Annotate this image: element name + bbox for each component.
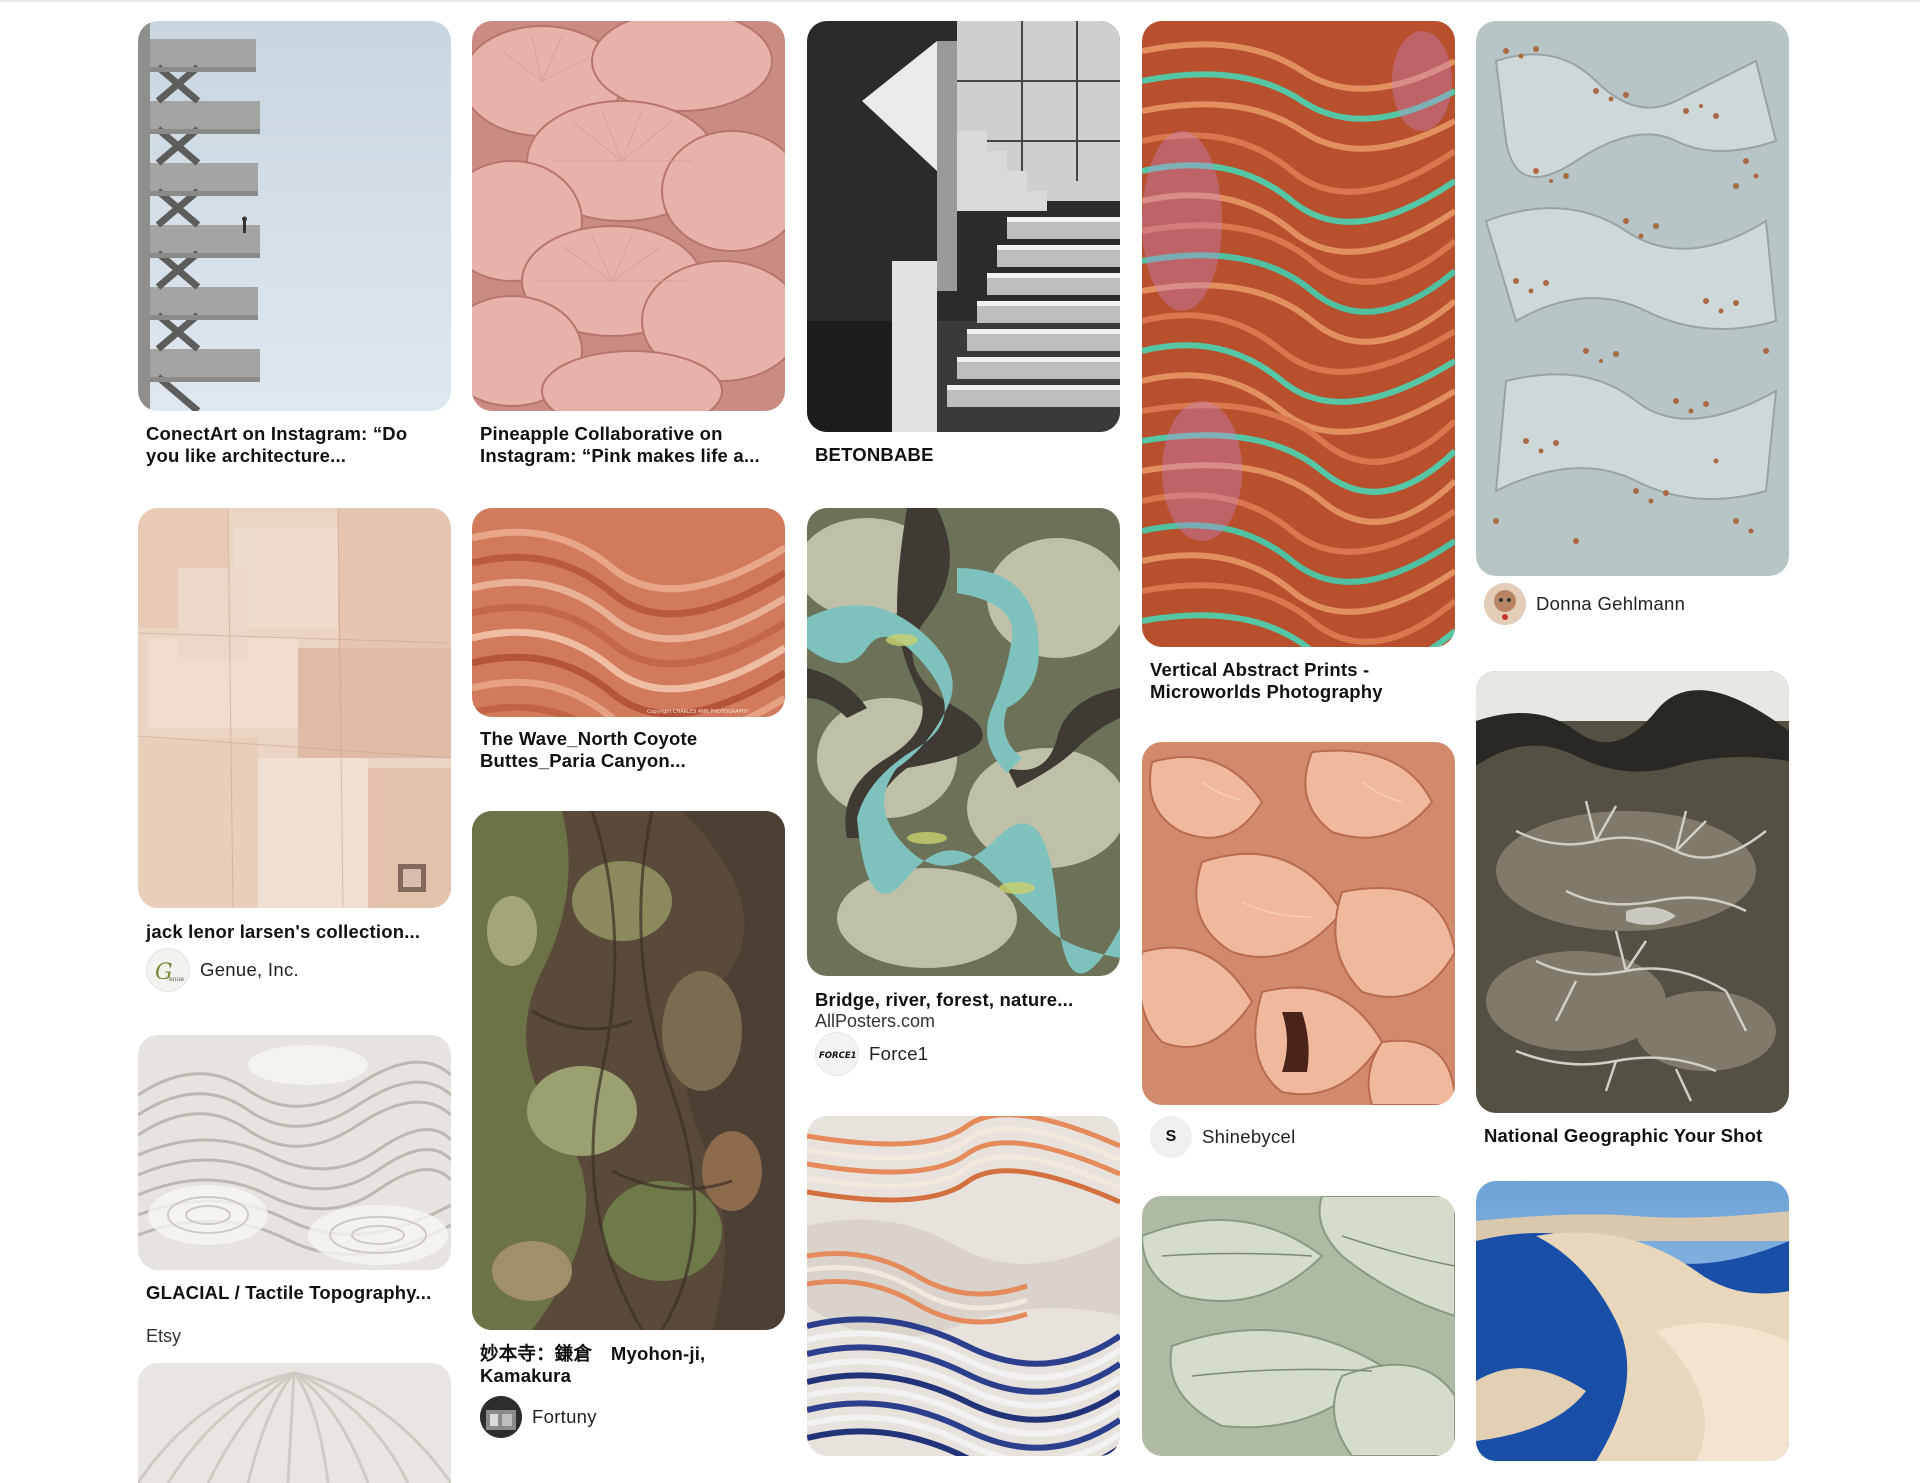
coral-macro-image	[1142, 21, 1455, 647]
pin-image[interactable]	[807, 508, 1120, 976]
pin-the-wave[interactable]: Copyright CHARLES ANN PHOTOGRAPHY The Wa…	[472, 508, 785, 778]
avatar	[1484, 583, 1526, 625]
sandstone-wave-image: Copyright CHARLES ANN PHOTOGRAPHY	[472, 508, 785, 717]
pin-image[interactable]	[807, 21, 1120, 432]
rusted-surface-image	[1476, 21, 1789, 576]
pin-title[interactable]: jack lenor larsen's collection...	[146, 921, 446, 943]
pin-title[interactable]: The Wave_North Coyote Buttes_Paria Canyo…	[480, 728, 780, 771]
pin-title[interactable]: Vertical Abstract Prints - Microworlds P…	[1150, 659, 1450, 702]
pin-image[interactable]	[138, 21, 451, 411]
attribution-name: Donna Gehlmann	[1536, 593, 1686, 614]
pin-image[interactable]	[807, 1116, 1120, 1456]
pin-bridge-river[interactable]: Bridge, river, forest, nature... AllPost…	[807, 508, 1120, 1078]
striped-ribbon-image	[807, 1116, 1120, 1456]
avatar: G enue	[146, 948, 190, 992]
pin-donna[interactable]: Donna Gehlmann	[1476, 21, 1789, 631]
pin-attribution[interactable]: S Shinebycel	[1150, 1116, 1296, 1158]
sage-leaves-image	[1142, 1196, 1455, 1456]
linen-patchwork-image	[138, 508, 451, 908]
avatar-letter: S	[1165, 1128, 1177, 1145]
pin-sage-leaves[interactable]	[1142, 1196, 1455, 1456]
attribution-name: Force1	[869, 1043, 929, 1064]
pin-attribution[interactable]: FORCE1 Force1	[815, 1032, 929, 1076]
svg-text:enue: enue	[169, 976, 184, 983]
pin-image[interactable]	[1142, 742, 1455, 1105]
pin-title[interactable]: ConectArt on Instagram: “Do you like arc…	[146, 423, 446, 466]
concrete-staircase-image	[807, 21, 1120, 432]
pin-natgeo[interactable]: National Geographic Your Shot	[1476, 671, 1789, 1161]
attribution-name: Fortuny	[532, 1406, 597, 1427]
pin-jack-lenor[interactable]: jack lenor larsen's collection... G enue…	[138, 508, 451, 992]
pin-glacial[interactable]: GLACIAL / Tactile Topography... Etsy	[138, 1035, 451, 1355]
tree-bark-image	[472, 811, 785, 1330]
pin-image[interactable]	[1142, 21, 1455, 647]
pin-image[interactable]	[1476, 671, 1789, 1113]
tactile-topography-image	[138, 1035, 451, 1270]
gladiolus-image	[1142, 742, 1455, 1105]
pin-title[interactable]: National Geographic Your Shot	[1484, 1125, 1784, 1147]
attribution-name: Genue, Inc.	[200, 959, 299, 980]
donna-avatar-icon	[1484, 583, 1526, 625]
attribution-name: Shinebycel	[1202, 1126, 1296, 1147]
avatar: S	[1150, 1116, 1192, 1158]
pin-attribution[interactable]: G enue Genue, Inc.	[146, 948, 299, 992]
pin-attribution[interactable]: Fortuny	[480, 1396, 597, 1438]
pin-title[interactable]: Pineapple Collaborative on Instagram: “P…	[480, 423, 780, 466]
pin-white-gills[interactable]	[138, 1363, 451, 1483]
aerial-river-image	[807, 508, 1120, 976]
pin-vertical-abstract[interactable]: Vertical Abstract Prints - Microworlds P…	[1142, 21, 1455, 711]
pin-image[interactable]: Copyright CHARLES ANN PHOTOGRAPHY	[472, 508, 785, 717]
salt-flats-image	[1476, 671, 1789, 1113]
pin-title[interactable]: BETONBABE	[815, 444, 1115, 466]
sand-dunes-image	[1476, 1181, 1789, 1461]
fortuny-avatar-icon	[480, 1396, 522, 1438]
avatar: FORCE1	[815, 1032, 859, 1076]
pin-image[interactable]	[1142, 1196, 1455, 1456]
pin-image[interactable]	[1476, 1181, 1789, 1461]
force1-logo-icon: FORCE1	[819, 1051, 857, 1061]
pin-image[interactable]	[138, 1035, 451, 1270]
pin-attribution[interactable]: Donna Gehlmann	[1484, 583, 1685, 625]
pin-title[interactable]: GLACIAL / Tactile Topography...	[146, 1282, 446, 1304]
pin-source[interactable]: AllPosters.com	[815, 1011, 935, 1032]
pin-image[interactable]	[472, 811, 785, 1330]
top-divider	[0, 0, 1920, 2]
pin-stripes[interactable]	[807, 1116, 1120, 1456]
pin-myohonji[interactable]: 妙本寺：鎌倉 Myohon-ji, Kamakura Fortuny	[472, 811, 785, 1440]
pin-conectart[interactable]: ConectArt on Instagram: “Do you like arc…	[138, 21, 451, 471]
pin-image[interactable]	[472, 21, 785, 411]
stair-tower-image	[138, 21, 451, 411]
pin-title[interactable]: 妙本寺：鎌倉 Myohon-ji, Kamakura	[480, 1343, 780, 1386]
pin-image[interactable]	[138, 1363, 451, 1483]
pin-betonbabe[interactable]: BETONBABE	[807, 21, 1120, 471]
pin-pineapple[interactable]: Pineapple Collaborative on Instagram: “P…	[472, 21, 785, 471]
force1-logo-text: FORCE1	[819, 1051, 857, 1061]
pin-shinebycel[interactable]: S Shinebycel	[1142, 742, 1455, 1162]
pin-image[interactable]	[138, 508, 451, 908]
genue-logo-icon: G enue	[155, 960, 184, 985]
pin-image[interactable]	[1476, 21, 1789, 576]
mushroom-gills-image	[138, 1363, 451, 1483]
pin-title[interactable]: Bridge, river, forest, nature...	[815, 989, 1115, 1011]
pin-dunes[interactable]	[1476, 1181, 1789, 1461]
pink-mushrooms-image	[472, 21, 785, 411]
avatar	[480, 1396, 522, 1438]
pin-source[interactable]: Etsy	[146, 1326, 181, 1347]
image-credit: Copyright CHARLES ANN PHOTOGRAPHY	[647, 709, 749, 715]
